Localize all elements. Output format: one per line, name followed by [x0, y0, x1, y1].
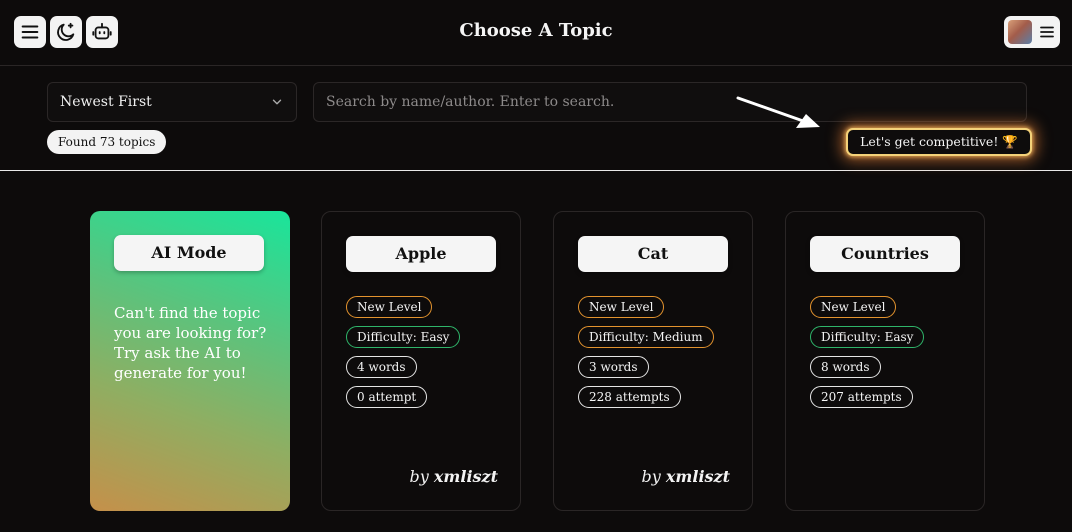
- word-count-badge: 8 words: [810, 356, 881, 378]
- author-name: xmliszt: [665, 467, 730, 486]
- topic-grid: AI Mode Can't find the topic you are loo…: [0, 171, 1072, 532]
- page-title: Choose A Topic: [459, 20, 613, 41]
- attempt-count-badge: 0 attempt: [346, 386, 428, 408]
- topic-card-apple[interactable]: Apple New Level Difficulty: Easy 4 words…: [321, 211, 521, 511]
- difficulty-badge: Difficulty: Easy: [810, 326, 925, 348]
- status-badge: New Level: [346, 296, 433, 318]
- word-count-badge: 4 words: [346, 356, 417, 378]
- difficulty-badge: Difficulty: Easy: [346, 326, 461, 348]
- status-badge: New Level: [810, 296, 897, 318]
- author-prefix: by: [641, 467, 661, 486]
- sort-value: Newest First: [60, 94, 152, 110]
- topic-card-ai-mode[interactable]: AI Mode Can't find the topic you are loo…: [90, 211, 290, 511]
- arrow-pointer-icon: [736, 96, 820, 128]
- card-title[interactable]: Cat: [578, 236, 728, 272]
- difficulty-badge: Difficulty: Medium: [578, 326, 714, 348]
- card-title[interactable]: Countries: [810, 236, 960, 272]
- chevron-down-icon: [272, 99, 282, 105]
- topic-card-cat[interactable]: Cat New Level Difficulty: Medium 3 words…: [553, 211, 753, 511]
- found-count-badge: Found 73 topics: [47, 130, 167, 154]
- tag-list: New Level Difficulty: Medium 3 words 228…: [578, 296, 714, 408]
- attempt-count-badge: 228 attempts: [578, 386, 681, 408]
- sort-select[interactable]: Newest First: [47, 82, 297, 122]
- author-credit: by xmliszt: [642, 467, 730, 486]
- tag-list: New Level Difficulty: Easy 8 words 207 a…: [810, 296, 925, 408]
- author-credit: by xmliszt: [410, 467, 498, 486]
- status-badge: New Level: [578, 296, 665, 318]
- attempt-count-badge: 207 attempts: [810, 386, 913, 408]
- card-title[interactable]: AI Mode: [114, 235, 264, 271]
- filter-bar: Newest First Found 73 topics Let's get c…: [0, 66, 1072, 171]
- topic-card-countries[interactable]: Countries New Level Difficulty: Easy 8 w…: [785, 211, 985, 511]
- top-bar: Choose A Topic: [0, 0, 1072, 66]
- ai-mode-description: Can't find the topic you are looking for…: [114, 304, 267, 382]
- author-name: xmliszt: [433, 467, 498, 486]
- word-count-badge: 3 words: [578, 356, 649, 378]
- hamburger-icon: [1040, 26, 1054, 38]
- competitive-button[interactable]: Let's get competitive! 🏆: [846, 128, 1032, 156]
- author-prefix: by: [409, 467, 429, 486]
- search-input[interactable]: [313, 82, 1027, 122]
- avatar: [1008, 20, 1032, 44]
- user-menu-button[interactable]: [1004, 16, 1060, 48]
- tag-list: New Level Difficulty: Easy 4 words 0 att…: [346, 296, 461, 408]
- card-title[interactable]: Apple: [346, 236, 496, 272]
